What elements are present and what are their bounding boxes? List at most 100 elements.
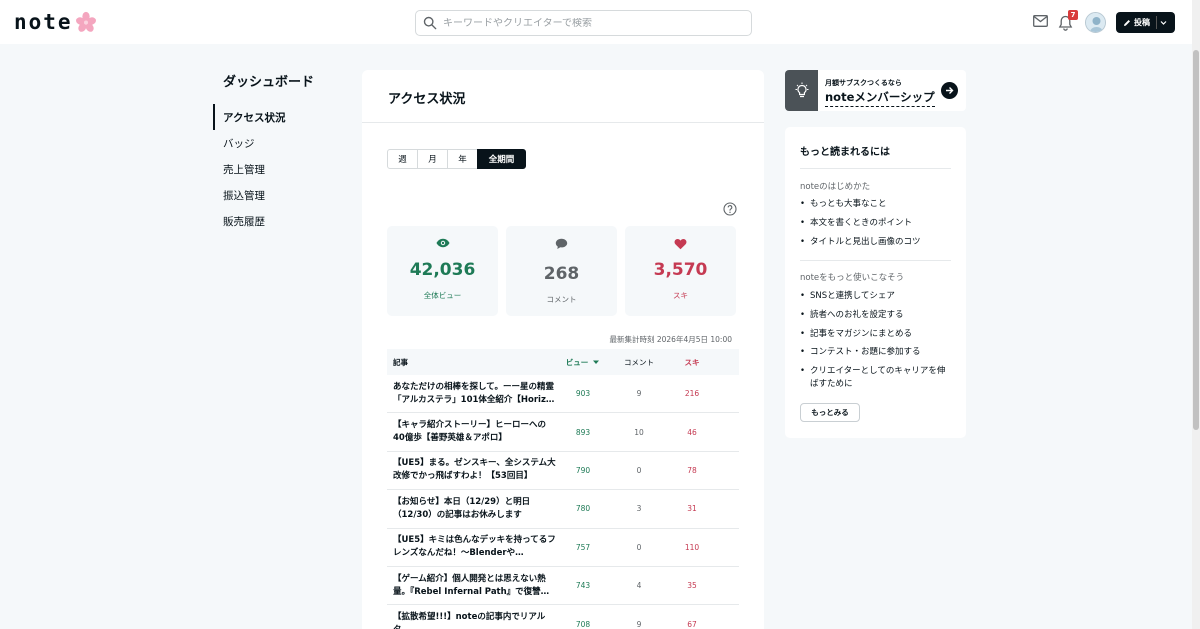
post-button-divider bbox=[1156, 16, 1157, 29]
tip-link[interactable]: クリエイターとしてのキャリアを伸ばすために bbox=[800, 365, 951, 390]
article-title[interactable]: 【キャラ紹介ストーリー】ヒーローへの40億歩【善野英雄＆アポロ】 bbox=[387, 419, 557, 445]
post-button[interactable]: 投稿 bbox=[1116, 12, 1175, 33]
table-row: 【UE5】キミは色んなデッキを持ってるフレンズなんだね！〜BlenderやGem… bbox=[387, 529, 739, 567]
tips-section-title: noteをもっと使いこなそう bbox=[800, 273, 905, 283]
article-views: 903 bbox=[575, 389, 591, 399]
nav-item-sales-history[interactable]: 販売履歴 bbox=[213, 208, 333, 234]
scrollbar-thumb[interactable] bbox=[1193, 50, 1199, 430]
avatar-image bbox=[1086, 13, 1105, 32]
article-title[interactable]: 【お知らせ】本日（12/29）と明日（12/30）の記事はお休みします bbox=[387, 496, 557, 522]
more-button[interactable]: もっとみる bbox=[800, 403, 860, 422]
tip-link[interactable]: SNSと連携してシェア bbox=[800, 290, 951, 303]
article-views: 780 bbox=[575, 504, 591, 514]
period-month[interactable]: 月 bbox=[417, 149, 448, 169]
nav-item-sales[interactable]: 売上管理 bbox=[213, 156, 333, 182]
article-views: 757 bbox=[575, 542, 591, 552]
search-icon bbox=[423, 16, 437, 30]
scrollbar[interactable] bbox=[1192, 0, 1200, 629]
tip-link[interactable]: 本文を書くときのポイント bbox=[800, 217, 951, 230]
tip-link[interactable]: コンテスト・お題に参加する bbox=[800, 346, 951, 359]
banner-title: noteメンバーシップ bbox=[825, 89, 935, 107]
article-views: 743 bbox=[575, 581, 591, 591]
comment-icon bbox=[555, 238, 568, 249]
col-comments[interactable]: コメント bbox=[609, 357, 669, 368]
article-likes: 35 bbox=[687, 581, 697, 591]
tip-link[interactable]: タイトルと見出し画像のコツ bbox=[800, 236, 951, 249]
article-views: 790 bbox=[575, 465, 591, 475]
article-table: 記事 ビュー コメント スキ あなただけの相棒を探して。ーー星の精霊「アルカステ… bbox=[387, 349, 739, 629]
table-row: 【キャラ紹介ストーリー】ヒーローへの40億歩【善野英雄＆アポロ】 893 10 … bbox=[387, 413, 739, 452]
article-comments: 0 bbox=[636, 542, 642, 552]
search-box[interactable] bbox=[415, 10, 752, 36]
table-header: 記事 ビュー コメント スキ bbox=[387, 349, 739, 375]
table-row: 【拡散希望!!!】noteの記事内でリアルタ… 708 9 67 bbox=[387, 605, 739, 629]
note-logo[interactable]: note bbox=[14, 10, 97, 34]
nav-item-transfers[interactable]: 振込管理 bbox=[213, 182, 333, 208]
stat-likes: 3,570 スキ bbox=[625, 226, 736, 316]
article-title[interactable]: 【拡散希望!!!】noteの記事内でリアルタ… bbox=[387, 611, 557, 629]
stat-comments: 268 コメント bbox=[506, 226, 617, 316]
table-row: 【お知らせ】本日（12/29）と明日（12/30）の記事はお休みします 780 … bbox=[387, 490, 739, 529]
article-title[interactable]: あなただけの相棒を探して。ーー星の精霊「アルカステラ」101体全紹介【Horiz… bbox=[387, 381, 557, 407]
tip-link[interactable]: もっとも大事なこと bbox=[800, 198, 951, 211]
help-icon[interactable] bbox=[723, 202, 737, 216]
tips-section-title: noteのはじめかた bbox=[800, 182, 871, 192]
sort-desc-icon bbox=[593, 360, 600, 364]
period-year[interactable]: 年 bbox=[447, 149, 478, 169]
logo-text: note bbox=[14, 10, 73, 34]
article-title[interactable]: 【UE5】キミは色んなデッキを持ってるフレンズなんだね！〜BlenderやGem… bbox=[387, 534, 557, 560]
banner-arrow-button[interactable] bbox=[941, 82, 958, 99]
avatar[interactable] bbox=[1085, 12, 1106, 33]
stats-row: 42,036 全体ビュー 268 コメント 3,570 スキ bbox=[387, 226, 744, 316]
dashboard-title: ダッシュボード bbox=[223, 75, 315, 90]
page-title: アクセス状況 bbox=[388, 92, 466, 107]
article-likes: 31 bbox=[687, 504, 697, 514]
tips-card: もっと読まれるには noteのはじめかた もっとも大事なこと 本文を書くときのポ… bbox=[785, 127, 966, 438]
divider bbox=[800, 168, 951, 169]
heart-icon bbox=[674, 239, 687, 250]
table-row: あなただけの相棒を探して。ーー星の精霊「アルカステラ」101体全紹介【Horiz… bbox=[387, 375, 739, 414]
likes-value: 3,570 bbox=[653, 260, 708, 280]
banner-body: 月額サブスクつくるなら noteメンバーシップ bbox=[818, 70, 966, 111]
article-likes: 67 bbox=[687, 619, 697, 629]
article-likes: 46 bbox=[687, 427, 697, 437]
comments-value: 268 bbox=[543, 264, 580, 284]
eye-icon bbox=[436, 238, 449, 248]
article-likes: 110 bbox=[684, 542, 700, 552]
col-views[interactable]: ビュー bbox=[557, 357, 609, 368]
notifications-button[interactable]: 7 bbox=[1058, 10, 1078, 32]
article-title[interactable]: 【UE5】まる。ゼンスキー、全システム大改修でかっ飛ばすわよ！【53回目】 bbox=[387, 457, 557, 483]
mail-icon[interactable] bbox=[1033, 15, 1048, 27]
period-week[interactable]: 週 bbox=[387, 149, 418, 169]
article-comments: 9 bbox=[636, 619, 642, 629]
updated-timestamp: 最新集計時刻 2026年4月5日 10:00 bbox=[609, 335, 732, 344]
tips-list-advanced: SNSと連携してシェア 読者へのお礼を設定する 記事をマガジンにまとめる コンテ… bbox=[800, 290, 951, 396]
chevron-down-icon[interactable] bbox=[1160, 19, 1167, 26]
notification-badge: 7 bbox=[1068, 10, 1078, 20]
article-comments: 9 bbox=[636, 389, 642, 399]
post-button-label: 投稿 bbox=[1134, 18, 1150, 27]
col-likes[interactable]: スキ bbox=[669, 357, 739, 368]
period-all[interactable]: 全期間 bbox=[477, 149, 526, 169]
tip-link[interactable]: 読者へのお礼を設定する bbox=[800, 309, 951, 322]
nav-item-badges[interactable]: バッジ bbox=[213, 130, 333, 156]
search-input[interactable] bbox=[443, 17, 743, 29]
sakura-icon bbox=[75, 11, 96, 32]
article-comments: 0 bbox=[636, 465, 642, 475]
views-value: 42,036 bbox=[409, 260, 476, 280]
nav-item-access[interactable]: アクセス状況 bbox=[213, 104, 333, 130]
arrow-right-icon bbox=[946, 87, 954, 94]
divider bbox=[362, 122, 764, 123]
membership-banner[interactable]: 月額サブスクつくるなら noteメンバーシップ bbox=[785, 70, 966, 111]
article-views: 893 bbox=[575, 427, 591, 437]
table-row: 【UE5】まる。ゼンスキー、全システム大改修でかっ飛ばすわよ！【53回目】 79… bbox=[387, 452, 739, 491]
tips-list-basics: もっとも大事なこと 本文を書くときのポイント タイトルと見出し画像のコツ bbox=[800, 198, 951, 254]
divider bbox=[800, 260, 951, 261]
article-title[interactable]: 【ゲーム紹介】個人開発とは思えない熱量。『Rebel Infernal Path… bbox=[387, 573, 557, 599]
banner-subtitle: 月額サブスクつくるなら bbox=[825, 79, 902, 87]
col-views-label: ビュー bbox=[565, 357, 589, 367]
period-selector: 週 月 年 全期間 bbox=[387, 149, 526, 169]
tip-link[interactable]: 記事をマガジンにまとめる bbox=[800, 328, 951, 341]
lightbulb-icon bbox=[795, 82, 808, 97]
article-likes: 78 bbox=[687, 465, 697, 475]
